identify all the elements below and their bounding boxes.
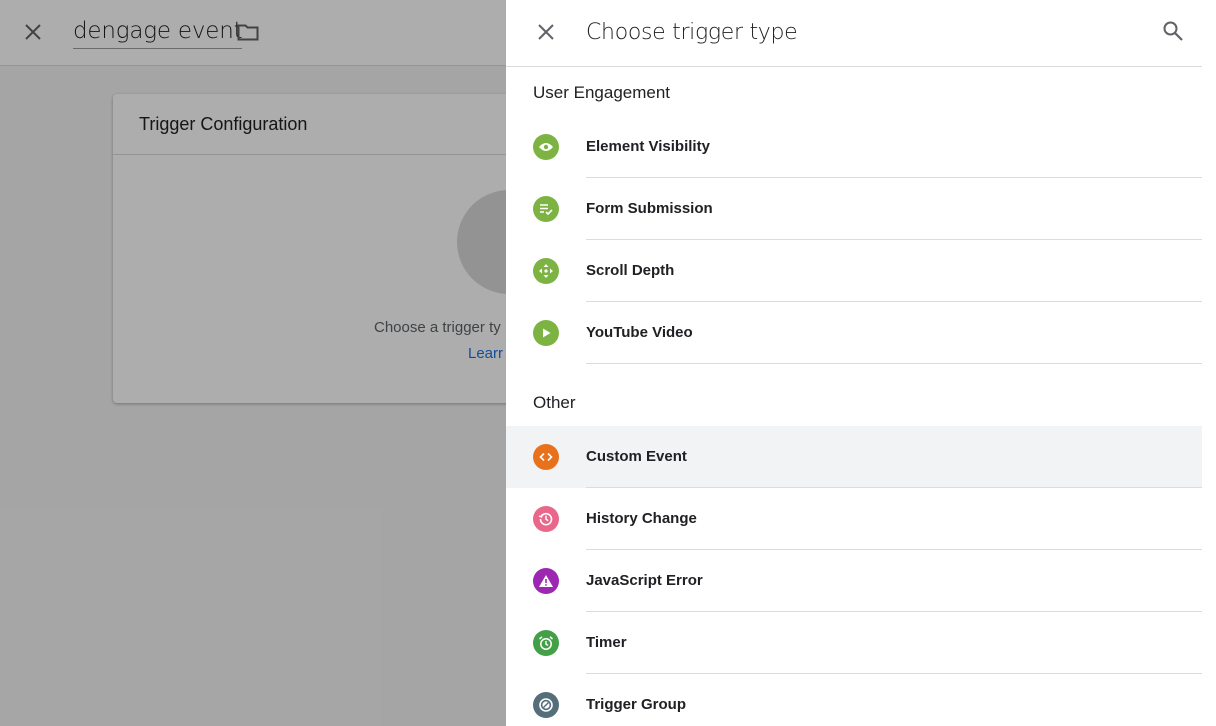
trigger-item-youtube-video[interactable]: YouTube Video	[506, 302, 1202, 364]
trigger-group-icon	[533, 692, 559, 718]
trigger-item-custom-event[interactable]: Custom Event	[506, 426, 1202, 488]
scroll-arrows-icon	[533, 258, 559, 284]
trigger-item-label: Timer	[586, 634, 627, 651]
trigger-item-history-change[interactable]: History Change	[506, 488, 1202, 550]
section-title-user-engagement: User Engagement	[533, 83, 671, 102]
close-icon[interactable]	[534, 20, 558, 44]
warning-icon	[533, 568, 559, 594]
trigger-item-label: Element Visibility	[586, 138, 710, 155]
play-icon	[533, 320, 559, 346]
eye-icon	[533, 134, 559, 160]
code-icon	[533, 444, 559, 470]
form-check-icon	[533, 196, 559, 222]
drawer-scrollbar[interactable]	[1202, 0, 1216, 726]
section-title-other: Other	[533, 393, 576, 412]
history-icon	[533, 506, 559, 532]
trigger-item-label: Trigger Group	[586, 696, 687, 713]
trigger-item-form-submission[interactable]: Form Submission	[506, 178, 1202, 240]
trigger-item-label: Custom Event	[586, 448, 687, 465]
trigger-item-timer[interactable]: Timer	[506, 612, 1202, 674]
trigger-item-label: Form Submission	[586, 200, 713, 217]
trigger-item-label: History Change	[586, 510, 697, 527]
trigger-item-element-visibility[interactable]: Element Visibility	[506, 116, 1202, 178]
drawer-title: Choose trigger type	[586, 20, 798, 45]
trigger-item-javascript-error[interactable]: JavaScript Error	[506, 550, 1202, 612]
trigger-item-trigger-group[interactable]: Trigger Group	[506, 674, 1202, 726]
trigger-item-label: YouTube Video	[586, 324, 693, 341]
trigger-item-label: Scroll Depth	[586, 262, 675, 279]
search-icon[interactable]	[1161, 19, 1185, 43]
drawer-header: Choose trigger type	[506, 0, 1202, 67]
divider	[586, 363, 1202, 364]
trigger-item-label: JavaScript Error	[586, 572, 703, 589]
alarm-icon	[533, 630, 559, 656]
trigger-item-scroll-depth[interactable]: Scroll Depth	[506, 240, 1202, 302]
trigger-type-drawer: Choose trigger type User Engagement Elem…	[506, 0, 1216, 726]
